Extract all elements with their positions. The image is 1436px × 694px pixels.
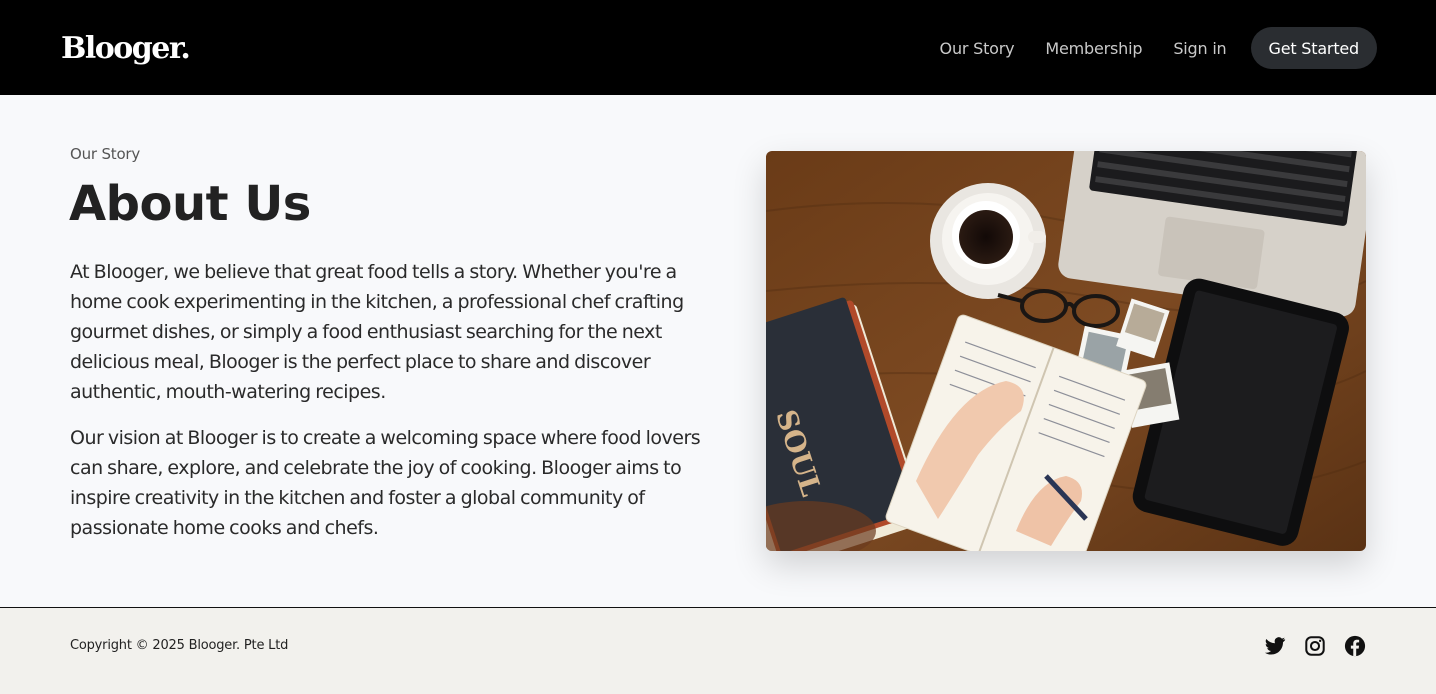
twitter-icon[interactable] [1264,635,1286,657]
footer: Copyright © 2025 Blooger. Pte Ltd [0,607,1436,694]
social-links [1246,635,1366,657]
page-title: About Us [69,176,311,232]
hero-image: SOUL [766,151,1366,551]
nav-links: Our Story Membership Sign in Get Started [940,27,1377,69]
copyright: Copyright © 2025 Blooger. Pte Ltd [70,638,289,653]
nav-link-our-story[interactable]: Our Story [940,39,1015,58]
nav-link-sign-in[interactable]: Sign in [1173,39,1226,58]
get-started-button[interactable]: Get Started [1250,27,1377,69]
about-paragraph-2: Our vision at Blooger is to create a wel… [70,427,701,539]
instagram-icon[interactable] [1304,635,1326,657]
about-paragraph-1: At Blooger, we believe that great food t… [70,261,684,403]
nav-link-membership[interactable]: Membership [1045,39,1142,58]
about-copy: At Blooger, we believe that great food t… [70,257,720,559]
facebook-icon[interactable] [1344,635,1366,657]
navbar: Blooger. Our Story Membership Sign in Ge… [0,0,1436,95]
section-eyebrow: Our Story [70,145,141,163]
logo[interactable]: Blooger. [61,30,191,68]
